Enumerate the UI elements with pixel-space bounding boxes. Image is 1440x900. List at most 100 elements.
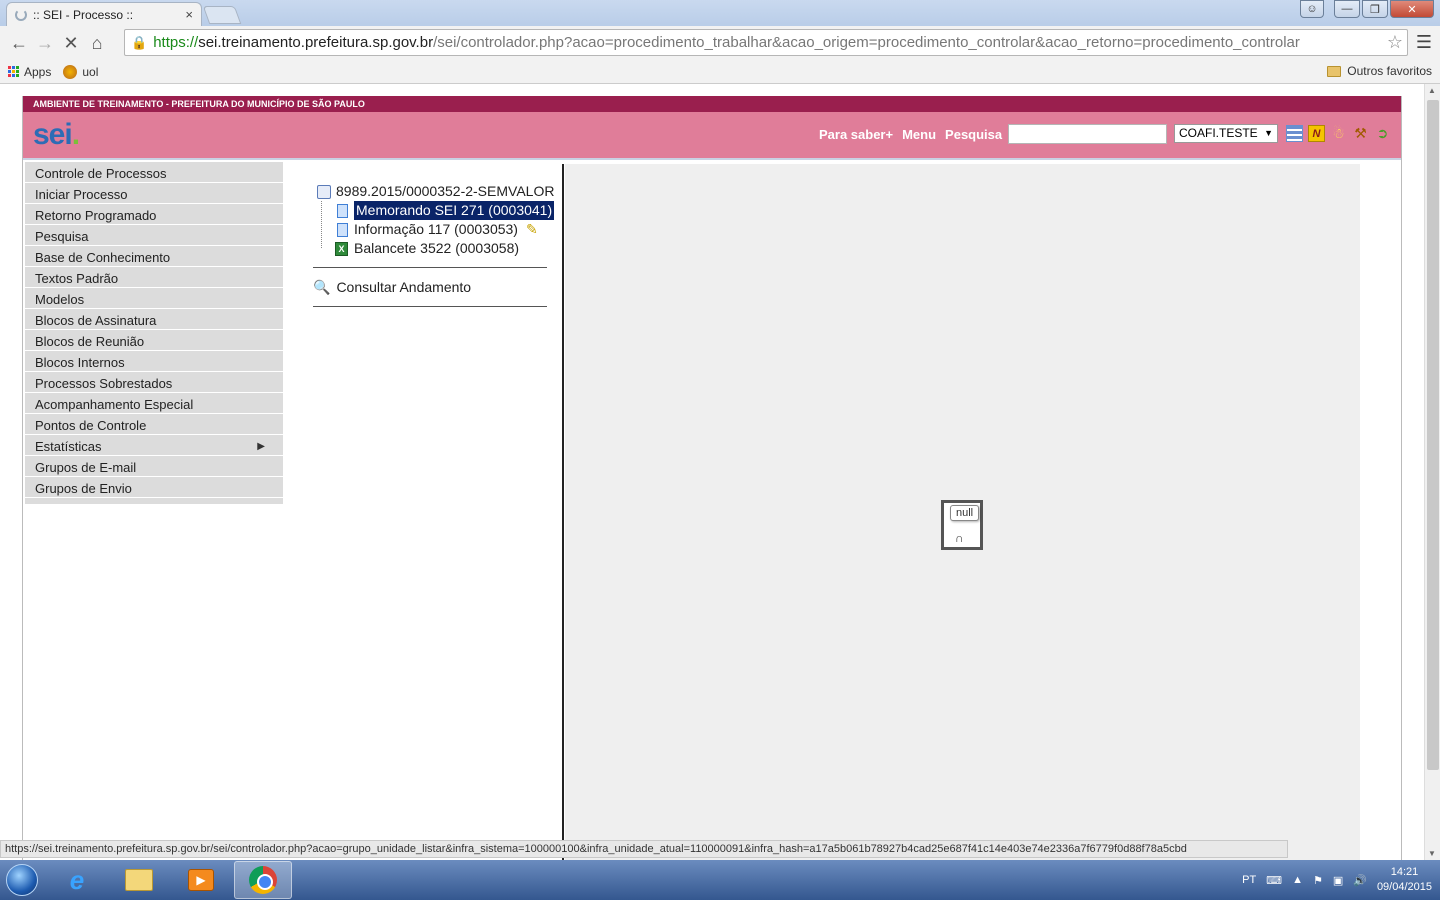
maximize-button[interactable]: ❐	[1362, 0, 1388, 18]
document-icon	[337, 222, 348, 237]
browser-tab[interactable]: :: SEI - Processo :: ×	[6, 2, 202, 26]
url-path: /sei/controlador.php?acao=procedimento_t…	[433, 34, 1300, 51]
logo-text: sei	[33, 118, 73, 151]
link-menu[interactable]: Menu	[902, 127, 936, 142]
language-indicator[interactable]: PT	[1242, 874, 1256, 886]
other-bookmarks-label: Outros favoritos	[1347, 64, 1432, 78]
document-icon	[337, 203, 348, 218]
link-pesquisa[interactable]: Pesquisa	[945, 127, 1002, 142]
volume-icon[interactable]: 🔊	[1353, 874, 1367, 887]
other-bookmarks[interactable]: Outros favoritos	[1327, 64, 1432, 78]
menu-item-processos-sobrestados[interactable]: Processos Sobrestados	[25, 374, 283, 393]
null-tooltip: null	[950, 505, 980, 521]
bookmark-uol[interactable]: uol	[63, 64, 98, 79]
taskbar-media-player[interactable]: ▶	[172, 861, 230, 899]
loading-spinner-icon	[15, 8, 27, 21]
menu-item-blocos-assinatura[interactable]: Blocos de Assinatura	[25, 311, 283, 330]
media-player-icon: ▶	[188, 869, 214, 891]
apps-grid-icon	[8, 66, 19, 77]
new-notification-icon[interactable]: N	[1308, 125, 1325, 142]
address-bar[interactable]: 🔒 https:// sei.treinamento.prefeitura.sp…	[124, 29, 1408, 56]
sei-header: sei. Para saber+ Menu Pesquisa COAFI.TES…	[23, 112, 1401, 160]
taskbar-chrome[interactable]	[234, 861, 292, 899]
new-tab-button[interactable]	[202, 6, 242, 24]
pencil-edit-icon[interactable]: ✎	[526, 220, 538, 239]
menu-item-acompanhamento-especial[interactable]: Acompanhamento Especial	[25, 395, 283, 414]
list-view-icon[interactable]	[1286, 125, 1303, 142]
unit-select[interactable]: COAFI.TESTE ▼	[1174, 124, 1278, 143]
network-icon[interactable]: ▣	[1333, 874, 1343, 887]
menu-item-grupos-email[interactable]: Grupos de E-mail	[25, 458, 283, 477]
consultar-andamento-link[interactable]: 🔍 Consultar Andamento	[313, 277, 561, 297]
submenu-arrow-icon: ▶	[257, 441, 265, 452]
menu-item-iniciar-processo[interactable]: Iniciar Processo	[25, 185, 283, 204]
window-titlebar: :: SEI - Processo :: × ☺ — ❐ ✕	[0, 0, 1440, 26]
browser-toolbar: ← → ✕ ⌂ 🔒 https:// sei.treinamento.prefe…	[0, 26, 1440, 60]
menu-item-textos-padrao[interactable]: Textos Padrão	[25, 269, 283, 288]
header-icons: N ☃ ⚒ ➲	[1286, 125, 1391, 142]
bookmark-star-icon[interactable]: ☆	[1386, 32, 1403, 53]
menu-item-grupos-envio[interactable]: Grupos de Envio	[25, 479, 283, 498]
frame-divider[interactable]	[562, 164, 564, 860]
tree-process-node[interactable]: 8989.2015/0000352-2-SEMVALOR	[313, 182, 561, 201]
action-center-icon[interactable]: ⚑	[1313, 874, 1323, 887]
top-links: Para saber+ Menu Pesquisa	[819, 127, 1002, 142]
stop-icon[interactable]: ✕	[58, 30, 84, 56]
menu-item-estatisticas[interactable]: Estatísticas ▶	[25, 437, 283, 456]
tools-icon[interactable]: ⚒	[1352, 125, 1369, 142]
back-arrow-icon[interactable]: ←	[6, 30, 32, 56]
minimize-button[interactable]: —	[1334, 0, 1360, 18]
sad-face-icon: ∩	[955, 531, 964, 545]
tree-document-node[interactable]: Informação 117 (0003053) ✎	[313, 220, 561, 239]
tab-close-icon[interactable]: ×	[185, 7, 193, 22]
start-button[interactable]	[0, 860, 44, 900]
keyboard-icon[interactable]: ⌨	[1266, 874, 1282, 887]
menu-item-pontos-controle[interactable]: Pontos de Controle	[25, 416, 283, 435]
tree-document-node[interactable]: Memorando SEI 271 (0003041)	[313, 201, 561, 220]
internet-explorer-icon: e	[69, 864, 85, 895]
tray-expand-icon[interactable]: ▲	[1292, 874, 1303, 886]
tab-title: :: SEI - Processo ::	[33, 7, 134, 22]
tree-separator	[313, 306, 547, 307]
taskbar-file-explorer[interactable]	[110, 861, 168, 899]
url-host: sei.treinamento.prefeitura.sp.gov.br	[198, 34, 434, 51]
scroll-up-icon[interactable]: ▲	[1428, 86, 1436, 95]
search-input[interactable]	[1008, 124, 1167, 144]
clock[interactable]: 14:21 09/04/2015	[1377, 865, 1432, 895]
taskbar-internet-explorer[interactable]: e	[48, 861, 106, 899]
home-icon[interactable]: ⌂	[84, 30, 110, 56]
unit-select-value: COAFI.TESTE	[1179, 126, 1258, 140]
sei-logo[interactable]: sei.	[33, 118, 80, 152]
menu-item-modelos[interactable]: Modelos	[25, 290, 283, 309]
tree-separator	[313, 267, 547, 268]
tree-document-node[interactable]: X Balancete 3522 (0003058)	[313, 239, 561, 258]
close-window-button[interactable]: ✕	[1390, 0, 1434, 18]
page-scrollbar[interactable]: ▲ ▼	[1424, 84, 1440, 860]
menu-item-retorno-programado[interactable]: Retorno Programado	[25, 206, 283, 225]
browser-menu-icon[interactable]: ☰	[1416, 32, 1432, 53]
scroll-thumb[interactable]	[1427, 100, 1439, 770]
consultar-andamento-label: Consultar Andamento	[336, 279, 472, 295]
menu-item-base-conhecimento[interactable]: Base de Conhecimento	[25, 248, 283, 267]
link-para-saber[interactable]: Para saber+	[819, 127, 893, 142]
user-icon[interactable]: ☃	[1330, 125, 1347, 142]
exit-icon[interactable]: ➲	[1374, 125, 1391, 142]
window-controls: ☺ — ❐ ✕	[1300, 0, 1434, 18]
chevron-down-icon: ▼	[1264, 128, 1273, 138]
menu-item-blocos-internos[interactable]: Blocos Internos	[25, 353, 283, 372]
document-label: Informação 117 (0003053)	[354, 221, 518, 237]
main-menu: Controle de Processos Iniciar Processo R…	[25, 162, 283, 504]
menu-item-label: Estatísticas	[35, 439, 102, 454]
menu-item-controle-processos[interactable]: Controle de Processos	[25, 164, 283, 183]
url-scheme: https://	[153, 34, 199, 51]
menu-item-pesquisa[interactable]: Pesquisa	[25, 227, 283, 246]
forward-arrow-icon[interactable]: →	[32, 30, 58, 56]
uol-icon	[63, 64, 78, 79]
document-viewer: ∩ null	[565, 164, 1360, 860]
file-explorer-icon	[125, 869, 153, 891]
profile-button[interactable]: ☺	[1300, 0, 1324, 18]
bookmarks-bar: Apps uol Outros favoritos	[0, 60, 1440, 84]
scroll-down-icon[interactable]: ▼	[1428, 849, 1436, 858]
menu-item-blocos-reuniao[interactable]: Blocos de Reunião	[25, 332, 283, 351]
bookmark-apps[interactable]: Apps	[8, 65, 51, 79]
